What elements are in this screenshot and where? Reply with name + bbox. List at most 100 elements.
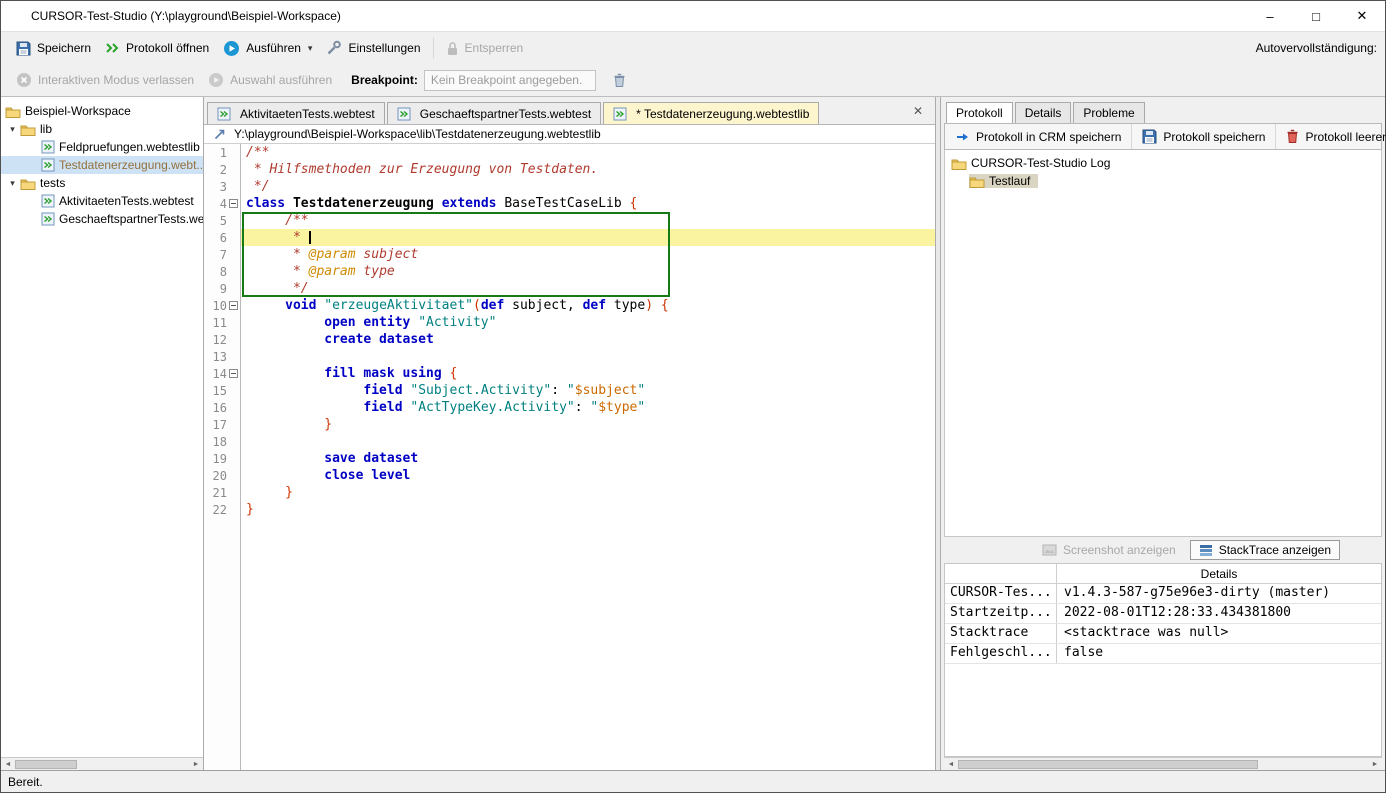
gutter-line-2[interactable]: 2 [204,161,240,178]
code-line-10[interactable]: void "erzeugeAktivitaet"(def subject, de… [241,297,935,314]
run-dropdown-caret-icon[interactable]: ▾ [308,43,313,54]
editor-gutter[interactable]: 12345678910111213141516171819202122 [204,144,241,770]
code-token: * [246,264,309,279]
details-row-startzeitp[interactable]: Startzeitp...2022-08-01T12:28:33.4343818… [945,604,1381,624]
fold-marker-icon[interactable] [229,301,238,310]
code-line-5[interactable]: /** [241,212,935,229]
code-line-21[interactable]: } [241,484,935,501]
gutter-line-16[interactable]: 16 [204,399,240,416]
log-tree-item-cursor-test-studio-log[interactable]: CURSOR-Test-Studio Log [945,154,1381,172]
maximize-button[interactable]: □ [1293,1,1339,31]
editor-pathbar: Y:\playground\Beispiel-Workspace\lib\Tes… [204,124,935,144]
gutter-line-11[interactable]: 11 [204,314,240,331]
sidebar-item-tests[interactable]: ▾tests [1,174,203,192]
tab-protokoll[interactable]: Protokoll [946,102,1013,123]
code-line-2[interactable]: * Hilfsmethoden zur Erzeugung von Testda… [241,161,935,178]
scroll-right-icon[interactable]: ► [189,761,203,768]
gutter-line-1[interactable]: 1 [204,144,240,161]
save-protocol-button[interactable]: Protokoll speichern [1132,124,1276,149]
code-line-11[interactable]: open entity "Activity" [241,314,935,331]
gutter-line-6[interactable]: 6 [204,229,240,246]
gutter-line-7[interactable]: 7 [204,246,240,263]
code-line-6[interactable]: * [241,229,935,246]
gutter-line-14[interactable]: 14 [204,365,240,382]
close-tab-icon[interactable]: ✕ [901,104,935,118]
tab-details[interactable]: Details [1015,102,1072,123]
code-line-9[interactable]: */ [241,280,935,297]
code-line-19[interactable]: save dataset [241,450,935,467]
gutter-line-8[interactable]: 8 [204,263,240,280]
tree-expand-arrow-icon[interactable]: ▾ [5,178,20,189]
code-line-22[interactable]: } [241,501,935,518]
delete-breakpoint-button[interactable] [606,70,633,91]
gutter-line-22[interactable]: 22 [204,501,240,518]
gutter-line-19[interactable]: 19 [204,450,240,467]
editor-tab-geschaeftspartnertests-webtest[interactable]: GeschaeftspartnerTests.webtest [387,102,601,124]
details-horizontal-scrollbar[interactable]: ◄ ► [944,757,1382,770]
code-line-14[interactable]: fill mask using { [241,365,935,382]
code-line-12[interactable]: create dataset [241,331,935,348]
sidebar-item-feldpruefungen-webtestlib[interactable]: Feldpruefungen.webtestlib [1,138,203,156]
code-line-15[interactable]: field "Subject.Activity": "$subject" [241,382,935,399]
log-tree-item-testlauf[interactable]: Testlauf [945,172,1381,190]
gutter-line-15[interactable]: 15 [204,382,240,399]
screenshot-icon [1042,544,1057,556]
save-button[interactable]: Speichern [9,38,98,59]
sidebar-item-beispiel-workspace[interactable]: Beispiel-Workspace [1,102,203,120]
close-button[interactable]: ✕ [1339,1,1385,31]
code-line-3[interactable]: */ [241,178,935,195]
code-token: @param [309,264,364,279]
sidebar-item-testdatenerzeugung-webt[interactable]: Testdatenerzeugung.webt... [1,156,203,174]
code-line-20[interactable]: close level [241,467,935,484]
tab-probleme[interactable]: Probleme [1073,102,1144,123]
scrollbar-thumb[interactable] [15,760,77,769]
show-stacktrace-button[interactable]: StackTrace anzeigen [1190,540,1340,560]
details-row-stacktrace[interactable]: Stacktrace<stacktrace was null> [945,624,1381,644]
scrollbar-thumb[interactable] [958,760,1258,769]
details-row-cursor-tes[interactable]: CURSOR-Tes...v1.4.3-587-g75e96e3-dirty (… [945,584,1381,604]
scroll-right-icon[interactable]: ► [1368,761,1382,768]
gutter-line-9[interactable]: 9 [204,280,240,297]
code-line-4[interactable]: class Testdatenerzeugung extends BaseTes… [241,195,935,212]
code-line-18[interactable] [241,433,935,450]
tree-expand-arrow-icon[interactable]: ▾ [5,124,20,135]
maximize-editor-icon[interactable] [204,128,234,141]
log-item[interactable]: CURSOR-Test-Studio Log [951,156,1110,170]
gutter-line-4[interactable]: 4 [204,195,240,212]
scroll-left-icon[interactable]: ◄ [944,761,958,768]
gutter-line-3[interactable]: 3 [204,178,240,195]
sidebar-horizontal-scrollbar[interactable]: ◄ ► [1,757,203,770]
editor-tab-aktivitaetentests-webtest[interactable]: AktivitaetenTests.webtest [207,102,385,124]
clear-protocol-button[interactable]: Protokoll leeren [1276,124,1386,149]
gutter-line-10[interactable]: 10 [204,297,240,314]
code-line-7[interactable]: * @param subject [241,246,935,263]
sidebar-item-geschaeftspartnertests-we[interactable]: GeschaeftspartnerTests.we... [1,210,203,228]
gutter-line-12[interactable]: 12 [204,331,240,348]
scroll-left-icon[interactable]: ◄ [1,761,15,768]
code-line-16[interactable]: field "ActTypeKey.Activity": "$type" [241,399,935,416]
gutter-line-18[interactable]: 18 [204,433,240,450]
code-line-1[interactable]: /** [241,144,935,161]
run-button[interactable]: Ausführen ▾ [216,37,319,60]
code-line-17[interactable]: } [241,416,935,433]
gutter-line-20[interactable]: 20 [204,467,240,484]
gutter-line-5[interactable]: 5 [204,212,240,229]
save-protocol-crm-button[interactable]: Protokoll in CRM speichern [945,124,1132,149]
sidebar-item-lib[interactable]: ▾lib [1,120,203,138]
fold-marker-icon[interactable] [229,199,238,208]
log-item[interactable]: Testlauf [969,174,1038,188]
minimize-button[interactable]: – [1247,1,1293,31]
code-area[interactable]: /** * Hilfsmethoden zur Erzeugung von Te… [241,144,935,770]
code-line-13[interactable] [241,348,935,365]
settings-button[interactable]: Einstellungen [319,37,427,59]
gutter-line-17[interactable]: 17 [204,416,240,433]
gutter-line-21[interactable]: 21 [204,484,240,501]
open-protocol-button[interactable]: Protokoll öffnen [98,38,216,58]
editor-tab-testdatenerzeugung-webtestlib[interactable]: * Testdatenerzeugung.webtestlib [603,102,819,124]
sidebar-item-aktivitaetentests-webtest[interactable]: AktivitaetenTests.webtest [1,192,203,210]
code-token: @param [309,247,364,262]
details-row-fehlgeschl[interactable]: Fehlgeschl...false [945,644,1381,664]
gutter-line-13[interactable]: 13 [204,348,240,365]
fold-marker-icon[interactable] [229,369,238,378]
code-line-8[interactable]: * @param type [241,263,935,280]
